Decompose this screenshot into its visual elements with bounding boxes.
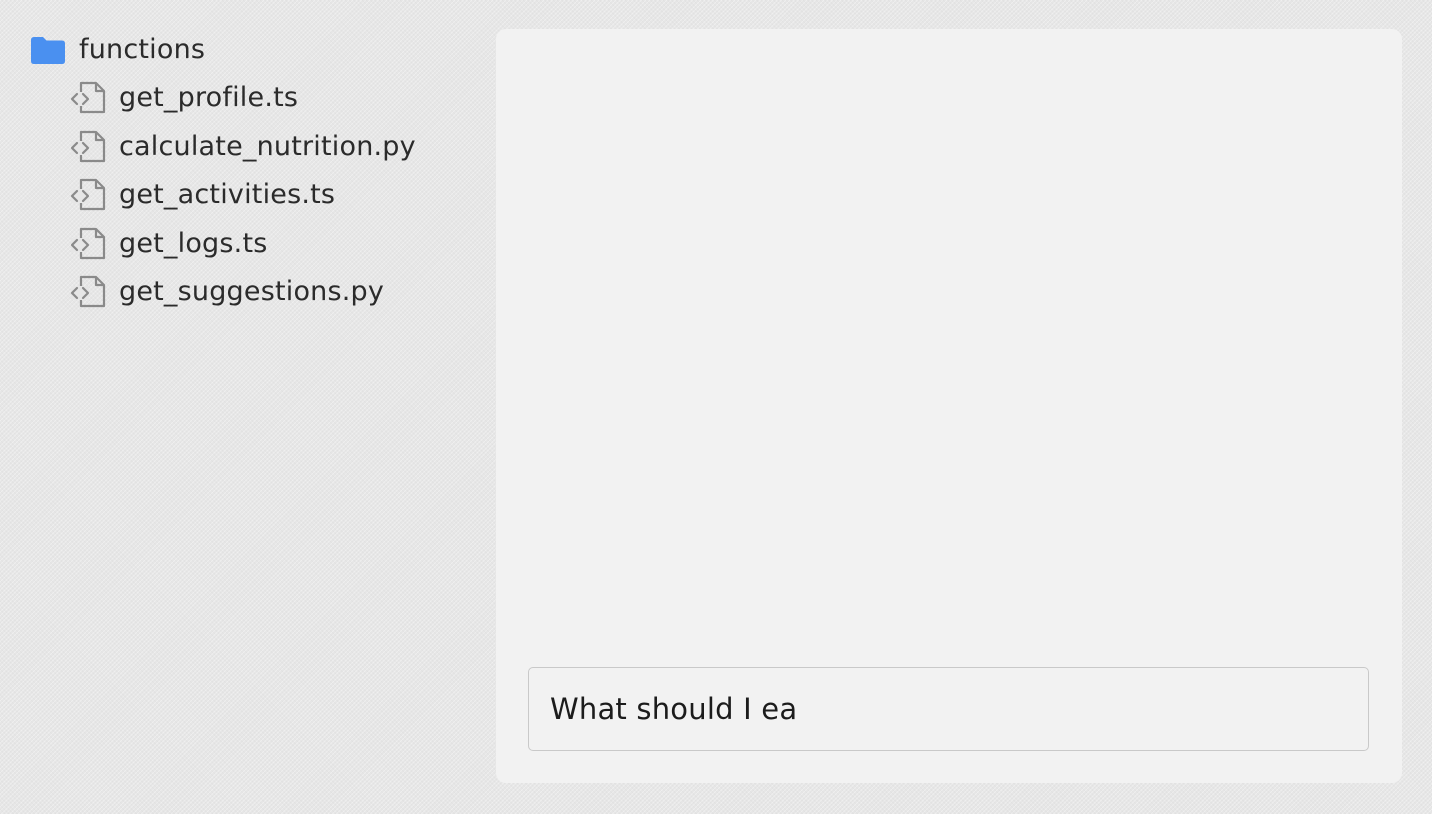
code-file-icon (69, 227, 107, 261)
code-file-icon (69, 178, 107, 212)
file-item-get-logs[interactable]: get_logs.ts (30, 220, 470, 269)
file-tree: functions get_profile.ts calculate_nutri (30, 26, 470, 317)
file-label: get_profile.ts (119, 82, 299, 114)
file-label: get_activities.ts (119, 179, 336, 211)
folder-label: functions (79, 34, 206, 65)
chat-input[interactable]: What should I ea (528, 667, 1369, 751)
file-item-get-profile[interactable]: get_profile.ts (30, 74, 470, 123)
chat-input-value: What should I ea (550, 692, 798, 726)
file-label: get_suggestions.py (119, 276, 385, 308)
file-item-calculate-nutrition[interactable]: calculate_nutrition.py (30, 123, 470, 172)
code-file-icon (69, 275, 107, 309)
file-item-get-suggestions[interactable]: get_suggestions.py (30, 268, 470, 317)
code-file-icon (69, 130, 107, 164)
code-file-icon (69, 81, 107, 115)
file-label: calculate_nutrition.py (119, 130, 416, 162)
folder-icon (30, 35, 66, 65)
file-label: get_logs.ts (119, 227, 268, 259)
file-item-get-activities[interactable]: get_activities.ts (30, 171, 470, 220)
chat-panel: What should I ea (496, 29, 1402, 783)
folder-functions[interactable]: functions (30, 26, 470, 74)
